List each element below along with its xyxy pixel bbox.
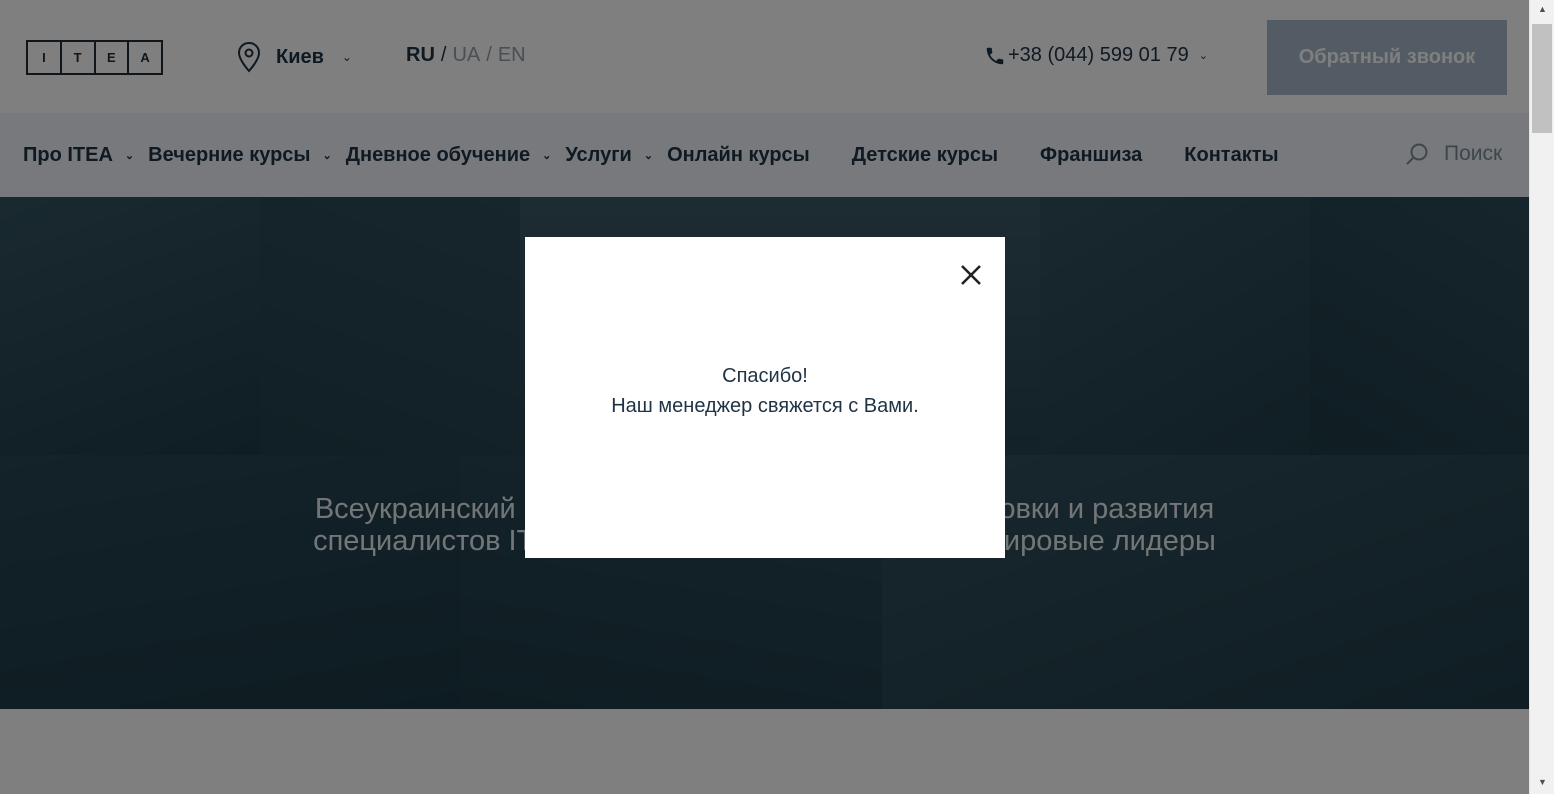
modal-message: Спасибо! Наш менеджер свяжется с Вами. bbox=[525, 361, 1005, 421]
modal-title: Спасибо! bbox=[722, 365, 808, 387]
scroll-up-arrow-icon[interactable]: ▲ bbox=[1530, 0, 1554, 17]
page: I T E A Киев ⌄ RU / UA / EN +38 (044) 59… bbox=[0, 0, 1529, 794]
thank-you-modal: Спасибо! Наш менеджер свяжется с Вами. bbox=[525, 237, 1005, 558]
scroll-down-arrow-icon[interactable]: ▼ bbox=[1530, 773, 1554, 790]
scrollbar-thumb[interactable] bbox=[1532, 24, 1552, 133]
close-icon[interactable] bbox=[957, 261, 985, 289]
modal-text: Наш менеджер свяжется с Вами. bbox=[611, 395, 919, 417]
vertical-scrollbar[interactable]: ▲ ▼ bbox=[1529, 0, 1554, 794]
